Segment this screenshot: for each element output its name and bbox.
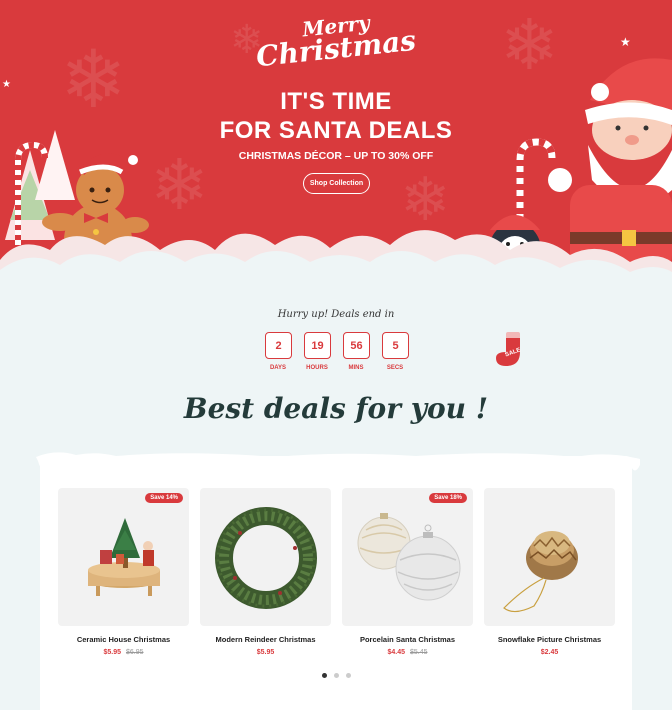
product-name[interactable]: Ceramic House Christmas bbox=[58, 635, 189, 644]
product-name[interactable]: Porcelain Santa Christmas bbox=[342, 635, 473, 644]
wreath-icon bbox=[215, 507, 317, 609]
countdown-hours-unit: HOURS bbox=[306, 365, 328, 371]
discount-badge: Save 18% bbox=[429, 493, 467, 503]
current-price: $2.45 bbox=[540, 649, 559, 656]
countdown-mins-value: 56 bbox=[343, 332, 370, 359]
current-price: $5.95 bbox=[256, 649, 275, 656]
product-price: $5.95 bbox=[200, 649, 331, 656]
product-card[interactable]: Modern Reindeer Christmas $5.95 bbox=[200, 488, 331, 656]
product-image[interactable] bbox=[200, 488, 331, 626]
carousel-pagination bbox=[0, 673, 672, 678]
ornament-icon bbox=[357, 513, 461, 601]
product-image[interactable]: Save 14% bbox=[58, 488, 189, 626]
sale-sock-icon: SALE bbox=[496, 332, 522, 366]
countdown-mins-unit: MINS bbox=[348, 365, 364, 371]
countdown-days-unit: DAYS bbox=[269, 365, 287, 371]
best-deals-title: Best deals for you ! bbox=[183, 392, 489, 425]
product-card[interactable]: Snowflake Picture Christmas $2.45 bbox=[484, 488, 615, 656]
product-name[interactable]: Modern Reindeer Christmas bbox=[200, 635, 331, 644]
current-price: $4.45 bbox=[387, 649, 406, 656]
music-box-icon bbox=[88, 518, 160, 596]
product-card[interactable]: Save 14% Ceramic House Christmas $5.95 $… bbox=[58, 488, 189, 656]
pagination-dot-3[interactable] bbox=[345, 673, 351, 678]
pagination-dot-1[interactable] bbox=[321, 673, 327, 678]
old-price: $6.95 bbox=[125, 649, 144, 656]
discount-badge: Save 14% bbox=[145, 493, 183, 503]
countdown-secs-value: 5 bbox=[382, 332, 409, 359]
product-name[interactable]: Snowflake Picture Christmas bbox=[484, 635, 615, 644]
old-price: $5.45 bbox=[409, 649, 428, 656]
product-card[interactable]: Save 18% Porcelain Santa Christmas $4.45… bbox=[342, 488, 473, 656]
pinecone-icon bbox=[503, 531, 578, 613]
product-image[interactable]: Save 18% bbox=[342, 488, 473, 626]
product-image[interactable] bbox=[484, 488, 615, 626]
current-price: $5.95 bbox=[103, 649, 122, 656]
product-price: $2.45 bbox=[484, 649, 615, 656]
snow-cap-decoration bbox=[36, 452, 640, 471]
countdown-secs-unit: SECS bbox=[386, 365, 404, 371]
product-price: $4.45 $5.45 bbox=[342, 649, 473, 656]
countdown-days-value: 2 bbox=[265, 332, 292, 359]
pagination-dot-2[interactable] bbox=[333, 673, 339, 678]
countdown-hours-value: 19 bbox=[304, 332, 331, 359]
countdown-label: Hurry up! Deals end in bbox=[277, 309, 395, 320]
product-price: $5.95 $6.95 bbox=[58, 649, 189, 656]
hero-illustration bbox=[0, 58, 672, 310]
